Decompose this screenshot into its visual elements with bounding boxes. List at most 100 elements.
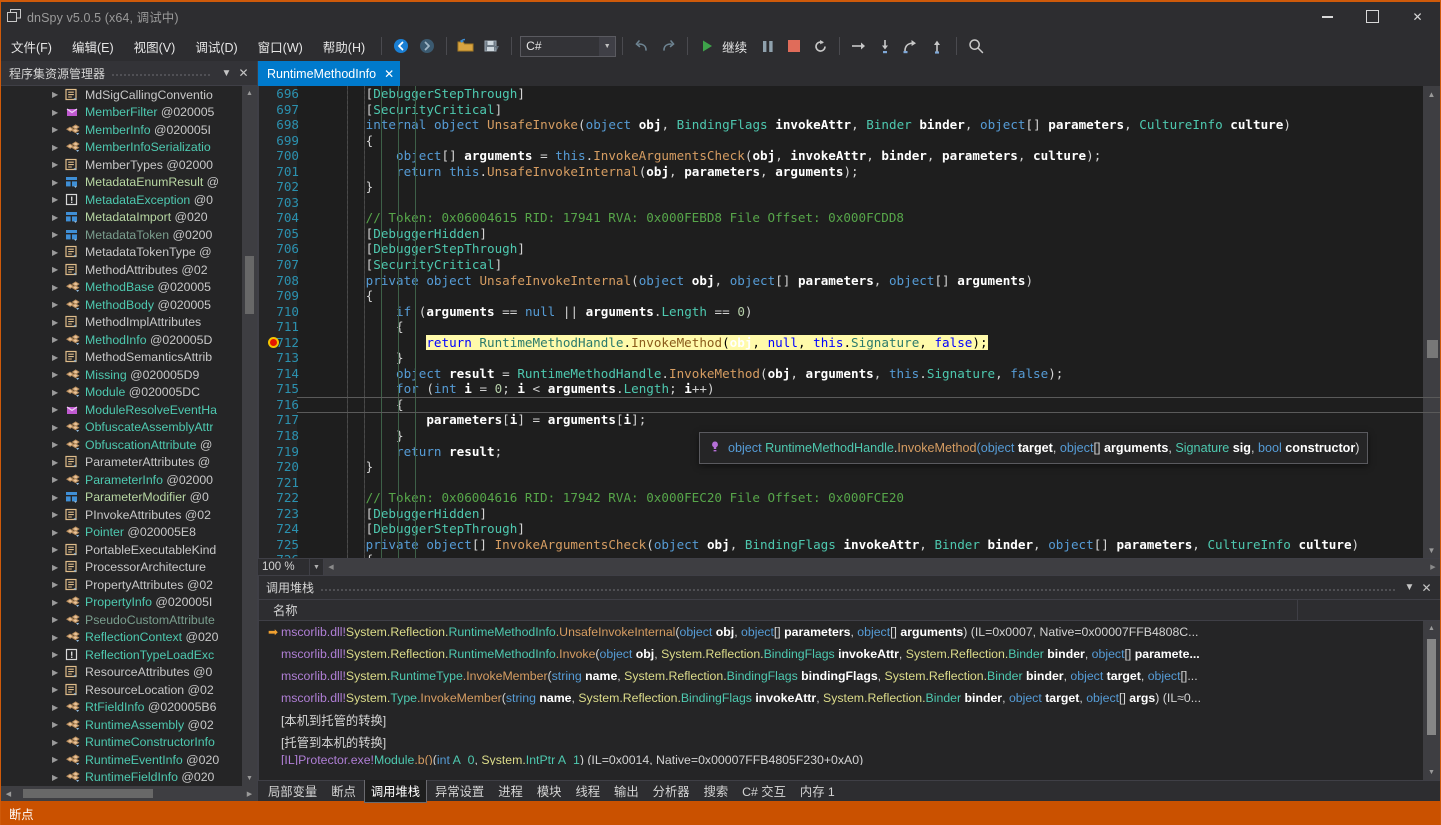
- tree-item[interactable]: ▶ModuleResolveEventHa: [1, 401, 242, 419]
- expand-arrow-icon[interactable]: ▶: [52, 475, 65, 484]
- code-line[interactable]: 708 private object UnsafeInvokeInternal(…: [259, 273, 1423, 289]
- expand-arrow-icon[interactable]: ▶: [52, 703, 65, 712]
- tree-item[interactable]: ▶MetadataImport @020: [1, 209, 242, 227]
- expand-arrow-icon[interactable]: ▶: [52, 283, 65, 292]
- editor-scroll-thumb[interactable]: [1427, 340, 1438, 358]
- code-line[interactable]: 706 [DebuggerStepThrough]: [259, 241, 1423, 257]
- tree-scrollbar[interactable]: ▲ ▼: [242, 86, 257, 786]
- expand-arrow-icon[interactable]: ▶: [52, 668, 65, 677]
- tree-item[interactable]: ▶Module @020005DC: [1, 384, 242, 402]
- tree-item[interactable]: ▶Missing @020005D9: [1, 366, 242, 384]
- tree-item[interactable]: ▶MetadataTokenType @: [1, 244, 242, 262]
- tree-item[interactable]: ▶ProcessorArchitecture: [1, 559, 242, 577]
- minimize-button[interactable]: [1305, 2, 1350, 31]
- tree-item[interactable]: ▶ObfuscationAttribute @: [1, 436, 242, 454]
- callstack-row[interactable]: [本机到托管的转换]: [259, 709, 1423, 731]
- code-line[interactable]: 711 {: [259, 319, 1423, 335]
- tree-item[interactable]: ▶RuntimeFieldInfo @020: [1, 769, 242, 787]
- expand-arrow-icon[interactable]: ▶: [52, 405, 65, 414]
- expand-arrow-icon[interactable]: ▶: [52, 248, 65, 257]
- bottom-tab-调用堆栈[interactable]: 调用堆栈: [364, 779, 427, 803]
- tree-hscroll-thumb[interactable]: [23, 789, 153, 798]
- code-line[interactable]: 707 [SecurityCritical]: [259, 257, 1423, 273]
- tree-item[interactable]: ▶PropertyAttributes @02: [1, 576, 242, 594]
- code-line[interactable]: 717 parameters[i] = arguments[i];: [259, 412, 1423, 428]
- undo-icon[interactable]: [629, 34, 655, 58]
- callstack-row[interactable]: [IL]Protector.exe!Module.b()(int A_0, Sy…: [259, 753, 1423, 765]
- tree-item[interactable]: ▶PortableExecutableKind: [1, 541, 242, 559]
- expand-arrow-icon[interactable]: ▶: [52, 108, 65, 117]
- expand-arrow-icon[interactable]: ▶: [52, 265, 65, 274]
- tree-item[interactable]: ▶ResourceAttributes @0: [1, 664, 242, 682]
- callstack-row[interactable]: ➡mscorlib.dll!System.Reflection.RuntimeM…: [259, 621, 1423, 643]
- tree-item[interactable]: ▶MetadataEnumResult @: [1, 174, 242, 192]
- scroll-up-arrow[interactable]: ▲: [1423, 621, 1440, 636]
- scroll-down-arrow[interactable]: ▼: [1423, 542, 1440, 558]
- breakpoint-icon[interactable]: [268, 337, 279, 348]
- expand-arrow-icon[interactable]: ▶: [52, 738, 65, 747]
- expand-arrow-icon[interactable]: ▶: [52, 755, 65, 764]
- bottom-tab-搜索[interactable]: 搜索: [698, 780, 735, 802]
- tree-item[interactable]: ▶MetadataToken @0200: [1, 226, 242, 244]
- chevron-down-icon[interactable]: ▼: [1401, 582, 1418, 593]
- code-line[interactable]: 725 private object[] InvokeArgumentsChec…: [259, 537, 1423, 553]
- expand-arrow-icon[interactable]: ▶: [52, 528, 65, 537]
- expand-arrow-icon[interactable]: ▶: [52, 90, 65, 99]
- step-into-icon[interactable]: [872, 34, 898, 58]
- tree-item[interactable]: ▶MethodBase @020005: [1, 279, 242, 297]
- scroll-up-arrow[interactable]: ▲: [242, 86, 257, 101]
- scroll-left-arrow[interactable]: ◀: [1, 790, 16, 798]
- code-line[interactable]: 703: [259, 195, 1423, 211]
- expand-arrow-icon[interactable]: ▶: [52, 195, 65, 204]
- forward-icon[interactable]: [414, 34, 440, 58]
- bottom-tab-断点[interactable]: 断点: [325, 780, 362, 802]
- bottom-tab-线程[interactable]: 线程: [569, 780, 606, 802]
- scroll-right-arrow[interactable]: ▶: [242, 790, 257, 798]
- tree-item[interactable]: ▶MemberTypes @02000: [1, 156, 242, 174]
- code-editor[interactable]: 696 [DebuggerStepThrough]697 [SecurityCr…: [258, 86, 1440, 558]
- maximize-button[interactable]: [1350, 2, 1395, 31]
- expand-arrow-icon[interactable]: ▶: [52, 125, 65, 134]
- bottom-tab-输出[interactable]: 输出: [608, 780, 645, 802]
- tree-item[interactable]: ▶MemberFilter @020005: [1, 104, 242, 122]
- expand-arrow-icon[interactable]: ▶: [52, 545, 65, 554]
- code-line[interactable]: 705 [DebuggerHidden]: [259, 226, 1423, 242]
- callstack-scroll-thumb[interactable]: [1427, 639, 1436, 735]
- bottom-tab-模块[interactable]: 模块: [531, 780, 568, 802]
- tree-item[interactable]: ▶ParameterModifier @0: [1, 489, 242, 507]
- menu-window[interactable]: 窗口(W): [249, 34, 312, 59]
- expand-arrow-icon[interactable]: ▶: [52, 440, 65, 449]
- bottom-tab-内存 1[interactable]: 内存 1: [794, 780, 841, 802]
- tree-item[interactable]: ▶RuntimeEventInfo @020: [1, 751, 242, 769]
- expand-arrow-icon[interactable]: ▶: [52, 563, 65, 572]
- tree-item[interactable]: ▶MetadataException @0: [1, 191, 242, 209]
- step-arrow-icon[interactable]: [898, 34, 924, 58]
- code-line[interactable]: 724 [DebuggerStepThrough]: [259, 521, 1423, 537]
- stop-icon[interactable]: [781, 34, 807, 58]
- code-line[interactable]: 698 internal object UnsafeInvoke(object …: [259, 117, 1423, 133]
- save-icon[interactable]: [479, 34, 505, 58]
- continue-icon[interactable]: [694, 34, 720, 58]
- pause-icon[interactable]: [755, 34, 781, 58]
- expand-arrow-icon[interactable]: ▶: [52, 510, 65, 519]
- scroll-left-arrow[interactable]: ◀: [324, 563, 338, 571]
- expand-arrow-icon[interactable]: ▶: [52, 423, 65, 432]
- tree-item[interactable]: ▶MethodAttributes @02: [1, 261, 242, 279]
- code-line[interactable]: 714 object result = RuntimeMethodHandle.…: [259, 366, 1423, 382]
- tree-item[interactable]: ▶Pointer @020005E8: [1, 524, 242, 542]
- expand-arrow-icon[interactable]: ▶: [52, 633, 65, 642]
- tree-item[interactable]: ▶PropertyInfo @020005I: [1, 594, 242, 612]
- expand-arrow-icon[interactable]: ▶: [52, 230, 65, 239]
- scroll-right-arrow[interactable]: ▶: [1426, 563, 1440, 571]
- code-line[interactable]: 699 {: [259, 133, 1423, 149]
- close-icon[interactable]: ✕: [235, 66, 252, 80]
- bottom-tab-局部变量[interactable]: 局部变量: [262, 780, 323, 802]
- code-line[interactable]: 702 }: [259, 179, 1423, 195]
- menu-help[interactable]: 帮助(H): [314, 34, 374, 59]
- expand-arrow-icon[interactable]: ▶: [52, 458, 65, 467]
- expand-arrow-icon[interactable]: ▶: [52, 615, 65, 624]
- code-line[interactable]: 723 [DebuggerHidden]: [259, 506, 1423, 522]
- open-folder-icon[interactable]: [453, 34, 479, 58]
- expand-arrow-icon[interactable]: ▶: [52, 335, 65, 344]
- expand-arrow-icon[interactable]: ▶: [52, 720, 65, 729]
